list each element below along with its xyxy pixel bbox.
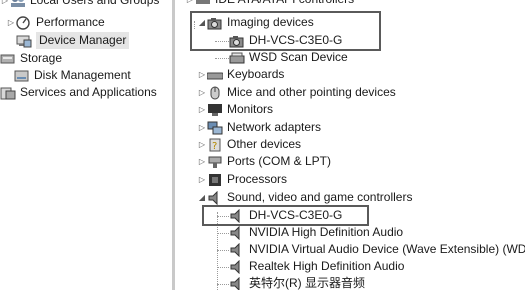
tree-guide-line xyxy=(217,267,229,268)
disk-icon xyxy=(14,69,30,83)
tree-guide-line xyxy=(217,250,229,251)
tree-item-processors[interactable]: ▷ Processors xyxy=(197,171,287,188)
storage-icon xyxy=(0,52,16,66)
tree-item-intel-display-audio[interactable]: 英特尔(R) 显示器音频 xyxy=(229,275,365,290)
tree-item-other-devices[interactable]: ▷ ? Other devices xyxy=(197,136,301,153)
device-tree-pane: ▷ IDE ATA/ATAPI controllers ◢ Imaging de… xyxy=(175,0,525,290)
tree-guide-line xyxy=(217,233,229,234)
tree-item-label: Services and Applications xyxy=(20,85,157,99)
mouse-icon xyxy=(207,86,223,100)
tree-item-label: Keyboards xyxy=(227,67,285,81)
expand-arrow-icon[interactable]: ▷ xyxy=(197,136,207,153)
speaker-icon xyxy=(229,259,245,274)
speaker-icon xyxy=(207,190,223,205)
services-icon xyxy=(0,86,16,100)
annotation-highlight-box xyxy=(190,11,381,51)
expand-arrow-icon[interactable]: ▷ xyxy=(185,0,195,8)
tree-item-services-applications[interactable]: Services and Applications xyxy=(0,84,157,101)
tree-item-label: Device Manager xyxy=(36,32,130,49)
tree-item-label: Processors xyxy=(227,172,288,186)
tree-item-network-adapters[interactable]: ▷ Network adapters xyxy=(197,119,321,136)
expand-arrow-icon[interactable]: ▷ xyxy=(197,153,207,170)
port-icon xyxy=(207,155,223,169)
tree-item-ports[interactable]: ▷ Ports (COM & LPT) xyxy=(197,153,331,170)
monitor-icon xyxy=(207,103,223,117)
processor-icon xyxy=(207,173,223,187)
expand-arrow-icon[interactable]: ▷ xyxy=(197,66,207,83)
users-icon xyxy=(10,0,26,8)
speaker-icon xyxy=(229,276,245,290)
tree-item-label: WSD Scan Device xyxy=(249,50,348,64)
tree-item-label: Mice and other pointing devices xyxy=(227,85,396,99)
tree-item-nvidia-hd-audio[interactable]: NVIDIA High Definition Audio xyxy=(229,224,403,241)
tree-item-label: Realtek High Definition Audio xyxy=(249,259,405,273)
unknown-device-icon: ? xyxy=(207,138,223,152)
tree-item-label: IDE ATA/ATAPI controllers xyxy=(215,0,354,8)
tree-guide-line xyxy=(215,58,229,59)
speaker-icon xyxy=(229,242,245,257)
ide-controller-icon xyxy=(195,0,211,7)
tree-item-label: Monitors xyxy=(227,102,274,116)
tree-item-wsd-scan-device[interactable]: WSD Scan Device xyxy=(229,49,348,66)
collapse-arrow-icon[interactable]: ◢ xyxy=(197,189,207,206)
device-manager-icon xyxy=(16,34,32,48)
tree-item-label: 英特尔(R) 显示器音频 xyxy=(249,276,365,290)
tree-item-label: Storage xyxy=(20,51,63,65)
expand-arrow-icon[interactable]: ▷ xyxy=(197,101,207,118)
tree-item-storage[interactable]: Storage xyxy=(0,50,62,67)
expand-arrow-icon[interactable]: ▷ xyxy=(0,0,10,9)
network-icon xyxy=(207,121,223,135)
expand-arrow-icon[interactable]: ▷ xyxy=(6,14,16,31)
expand-arrow-icon[interactable]: ▷ xyxy=(197,119,207,136)
annotation-highlight-box xyxy=(202,205,369,226)
tree-guide-line xyxy=(217,284,229,285)
tree-item-label: Disk Management xyxy=(34,68,131,82)
tree-item-ide-controllers[interactable]: ▷ IDE ATA/ATAPI controllers xyxy=(185,0,354,8)
tree-item-label: Other devices xyxy=(227,137,302,151)
scanner-icon xyxy=(229,51,245,65)
performance-icon xyxy=(16,15,32,30)
expand-arrow-icon[interactable]: ▷ xyxy=(197,84,207,101)
tree-item-label: NVIDIA Virtual Audio Device (Wave Extens… xyxy=(249,242,525,256)
tree-item-monitors[interactable]: ▷ Monitors xyxy=(197,101,273,118)
tree-item-sound-video-game[interactable]: ◢ Sound, video and game controllers xyxy=(197,189,412,206)
tree-item-label: NVIDIA High Definition Audio xyxy=(249,225,404,239)
tree-item-label: Network adapters xyxy=(227,120,322,134)
svg-text:?: ? xyxy=(212,141,217,152)
tree-item-mice[interactable]: ▷ Mice and other pointing devices xyxy=(197,84,396,101)
speaker-icon xyxy=(229,225,245,240)
expand-arrow-icon[interactable]: ▷ xyxy=(197,171,207,188)
tree-item-label: Local Users and Groups xyxy=(30,0,160,7)
tree-item-label: Performance xyxy=(36,15,105,29)
tree-item-disk-management[interactable]: Disk Management xyxy=(14,67,131,84)
tree-item-realtek-audio[interactable]: Realtek High Definition Audio xyxy=(229,258,404,275)
tree-item-performance[interactable]: ▷ Performance xyxy=(6,14,105,31)
tree-item-label: Ports (COM & LPT) xyxy=(227,154,332,168)
tree-item-device-manager[interactable]: Device Manager xyxy=(16,32,130,49)
tree-item-keyboards[interactable]: ▷ Keyboards xyxy=(197,66,284,83)
keyboard-icon xyxy=(207,68,223,82)
tree-item-local-users[interactable]: ▷ Local Users and Groups xyxy=(0,0,159,9)
tree-item-nvidia-virtual-audio[interactable]: NVIDIA Virtual Audio Device (Wave Extens… xyxy=(229,241,525,258)
tree-item-label: Sound, video and game controllers xyxy=(227,190,413,204)
console-tree-pane: ▷ Local Users and Groups ▷ Performance D… xyxy=(0,0,172,290)
